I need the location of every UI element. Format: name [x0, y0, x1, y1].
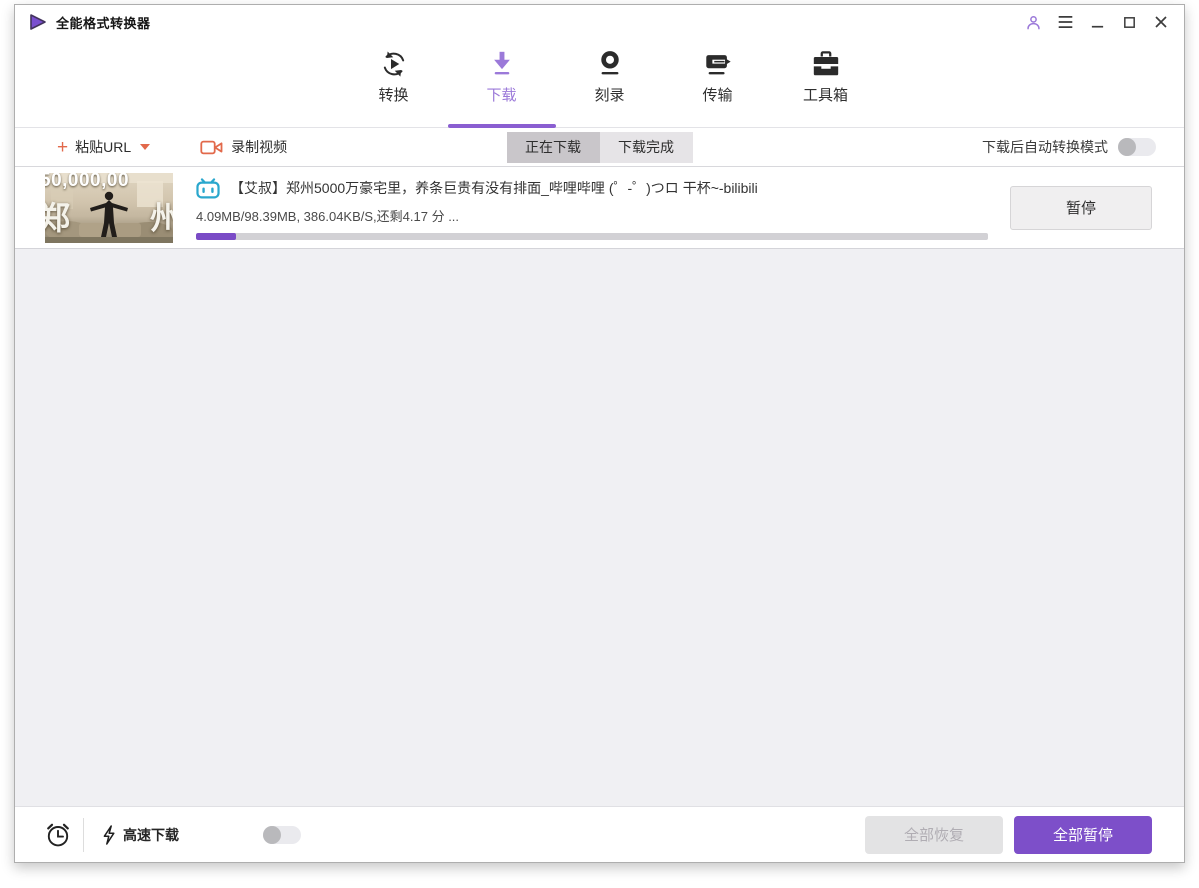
auto-convert-label: 下载后自动转换模式 — [982, 139, 1108, 155]
paste-url-label: 粘贴URL — [75, 139, 132, 155]
window-controls — [1024, 13, 1170, 31]
lightning-bolt-icon — [102, 824, 116, 845]
minimize-icon[interactable] — [1088, 13, 1106, 31]
titlebar: 全能格式转换器 — [15, 5, 1184, 39]
toggle-knob — [263, 825, 281, 844]
tab-download[interactable]: 下载 — [447, 39, 556, 128]
tab-burn-label: 刻录 — [594, 87, 625, 104]
download-filter-tabs: 正在下载 下载完成 — [506, 131, 693, 163]
maximize-icon[interactable] — [1120, 13, 1138, 31]
app-logo-play-icon — [29, 13, 47, 31]
download-title-row: 【艾叔】郑州5000万豪宅里，养条巨贵有没有排面_哔哩哔哩 (゜-゜)つロ 干杯… — [196, 177, 988, 199]
download-toolbar: + 粘贴URL 录制视频 正在下载 下载完成 下载后自动转换模式 — [15, 128, 1184, 167]
footer-bar: 高速下载 全部恢复 全部暂停 — [15, 806, 1184, 862]
caret-down-icon[interactable] — [140, 144, 151, 150]
pause-all-button[interactable]: 全部暂停 — [1014, 815, 1152, 854]
tab-download-label: 下载 — [486, 87, 517, 104]
paste-url-button[interactable]: + 粘贴URL — [57, 136, 151, 158]
tab-toolbox[interactable]: 工具箱 — [772, 39, 880, 127]
filter-tab-downloading[interactable]: 正在下载 — [506, 131, 600, 163]
tab-transfer[interactable]: 传输 — [664, 39, 772, 127]
download-list-item: 50,000,00 郑 州 【艾叔】郑州5000万豪宅里，养条巨贵有没有排面_哔… — [15, 167, 1184, 249]
record-video-button[interactable]: 录制视频 — [200, 137, 287, 157]
filter-tab-completed[interactable]: 下载完成 — [599, 131, 693, 163]
tab-burn[interactable]: 刻录 — [556, 39, 664, 127]
high-speed-toggle[interactable] — [263, 825, 301, 844]
app-title: 全能格式转换器 — [56, 15, 151, 31]
close-icon[interactable] — [1152, 13, 1170, 31]
screen: 全能格式转换器 转换 下载 刻录 传输 工具箱 + 粘贴URL 录制视频 正在下… — [0, 0, 1199, 888]
plus-icon: + — [57, 136, 69, 158]
resume-all-button[interactable]: 全部恢复 — [865, 815, 1003, 854]
menu-hamburger-icon[interactable] — [1056, 13, 1074, 31]
video-thumbnail[interactable]: 50,000,00 郑 州 — [45, 172, 173, 243]
main-nav-tabs: 转换 下载 刻录 传输 工具箱 — [340, 39, 880, 128]
main-nav: 转换 下载 刻录 传输 工具箱 — [15, 39, 1184, 128]
auto-convert-toggle[interactable] — [1118, 138, 1156, 156]
download-progress-fill — [196, 232, 236, 240]
download-arrow-icon — [487, 48, 517, 80]
download-progress-bar — [196, 232, 988, 240]
burn-disc-icon — [595, 48, 625, 80]
download-item-info: 【艾叔】郑州5000万豪宅里，养条巨贵有没有排面_哔哩哔哩 (゜-゜)つロ 干杯… — [196, 176, 988, 240]
download-progress-text: 4.09MB/98.39MB, 386.04KB/S,还剩4.17 分 ... — [196, 208, 460, 224]
convert-refresh-play-icon — [379, 48, 409, 80]
tab-convert-label: 转换 — [378, 87, 409, 104]
transfer-arrow-icon — [703, 48, 733, 80]
video-camera-icon — [200, 139, 223, 156]
app-window: 全能格式转换器 转换 下载 刻录 传输 工具箱 + 粘贴URL 录制视频 正在下… — [14, 4, 1185, 863]
pause-item-button[interactable]: 暂停 — [1010, 185, 1152, 230]
footer-actions: 全部恢复 全部暂停 — [865, 815, 1152, 854]
download-list-empty-area — [15, 249, 1184, 806]
bilibili-tv-icon — [196, 177, 220, 199]
download-video-title: 【艾叔】郑州5000万豪宅里，养条巨贵有没有排面_哔哩哔哩 (゜-゜)つロ 干杯… — [230, 180, 758, 196]
thumbnail-char-right: 州 — [149, 199, 173, 236]
record-video-label: 录制视频 — [231, 139, 288, 155]
auto-convert-group: 下载后自动转换模式 — [982, 137, 1156, 157]
footer-divider — [83, 817, 84, 852]
alarm-clock-icon[interactable] — [45, 822, 71, 848]
tab-toolbox-label: 工具箱 — [802, 87, 848, 104]
toolbox-briefcase-icon — [811, 48, 841, 80]
toggle-knob — [1118, 138, 1136, 156]
thumbnail-price-text: 50,000,00 — [45, 172, 130, 191]
tab-transfer-label: 传输 — [702, 87, 733, 104]
thumbnail-char-left: 郑 — [45, 199, 71, 236]
high-speed-download-label: 高速下载 — [123, 826, 179, 843]
tab-convert[interactable]: 转换 — [340, 39, 448, 127]
account-person-icon[interactable] — [1024, 13, 1042, 31]
